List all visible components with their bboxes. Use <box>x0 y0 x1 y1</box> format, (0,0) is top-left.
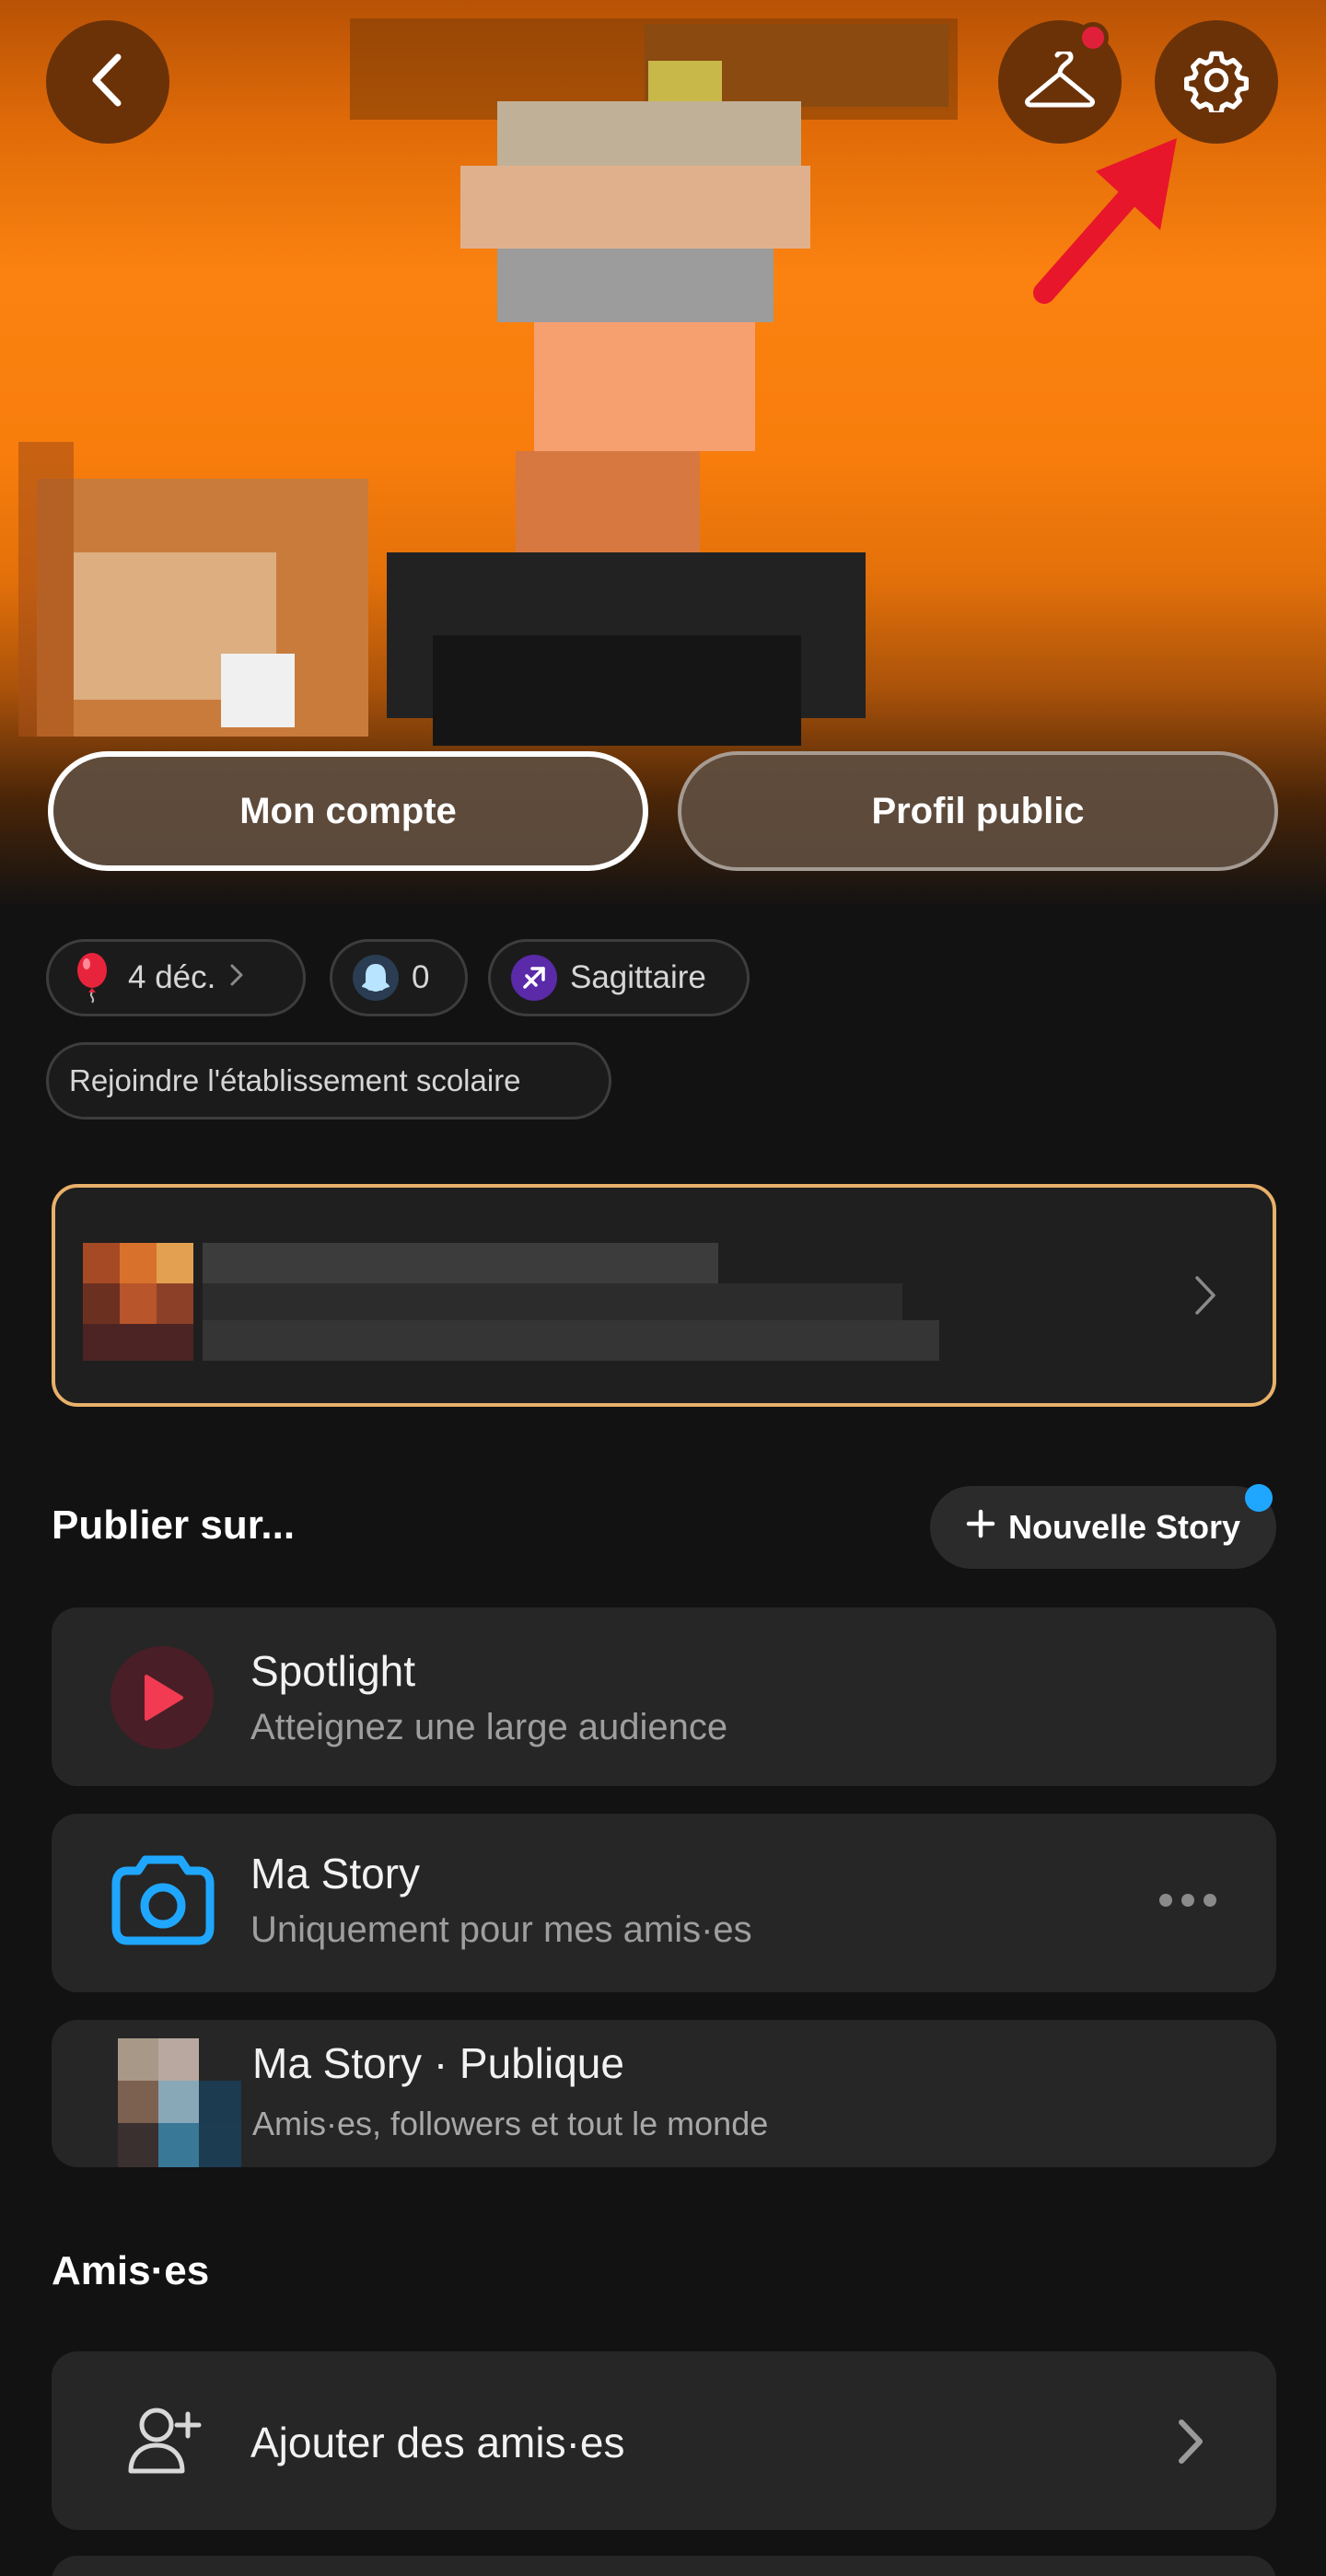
publish-public-story[interactable]: Ma Story · Publique Amis·es, followers e… <box>52 2020 1276 2167</box>
public-story-subtitle: Amis·es, followers et tout le monde <box>252 2105 769 2142</box>
ghost-icon <box>353 955 399 1001</box>
snapscore-value: 0 <box>412 959 430 995</box>
birthday-label: 4 déc. <box>128 959 216 995</box>
red-arrow-icon <box>1022 129 1188 318</box>
hanger-icon <box>1024 49 1096 113</box>
play-icon <box>110 1646 214 1749</box>
chevron-right-icon <box>228 959 245 996</box>
balloon-icon <box>69 953 115 1004</box>
back-button[interactable] <box>46 20 169 144</box>
promo-card[interactable] <box>52 1184 1276 1407</box>
tab-my-account[interactable]: Mon compte <box>48 751 648 871</box>
public-story-title: Ma Story · Publique <box>252 2039 624 2087</box>
spotlight-subtitle: Atteignez une large audience <box>250 1707 728 1747</box>
more-options-icon[interactable] <box>1158 1893 1217 1912</box>
gear-icon <box>1184 48 1249 117</box>
publish-section-title: Publier sur... <box>52 1503 296 1548</box>
my-story-subtitle: Uniquement pour mes amis·es <box>250 1909 752 1950</box>
add-friends-label: Ajouter des amis·es <box>250 2419 625 2466</box>
school-badge[interactable]: Rejoindre l'établissement scolaire <box>46 1042 611 1120</box>
notification-dot <box>1245 1484 1273 1512</box>
add-friend-icon <box>127 2405 203 2481</box>
avatar <box>118 2038 241 2167</box>
zodiac-label: Sagittaire <box>570 959 706 995</box>
settings-button[interactable] <box>1155 20 1278 144</box>
new-story-label: Nouvelle Story <box>1007 1508 1241 1546</box>
tab-public-profile[interactable]: Profil public <box>678 751 1278 871</box>
plus-icon <box>966 1508 995 1547</box>
zodiac-badge[interactable]: Sagittaire <box>488 939 750 1016</box>
friends-section-title: Amis·es <box>52 2248 210 2293</box>
add-friends-row[interactable]: Ajouter des amis·es <box>52 2351 1276 2530</box>
snapscore-badge[interactable]: 0 <box>330 939 468 1016</box>
chevron-left-icon <box>85 52 131 113</box>
publish-spotlight[interactable]: Spotlight Atteignez une large audience <box>52 1607 1276 1786</box>
publish-my-story[interactable]: Ma Story Uniquement pour mes amis·es <box>52 1814 1276 1992</box>
sagittarius-icon <box>511 955 557 1001</box>
outfit-button[interactable] <box>998 20 1122 144</box>
chevron-right-icon <box>1193 1274 1217 1321</box>
camera-icon <box>110 1851 215 1951</box>
spotlight-title: Spotlight <box>250 1647 416 1695</box>
notification-dot <box>1077 22 1109 53</box>
new-story-button[interactable]: Nouvelle Story <box>930 1484 1276 1569</box>
next-friends-row[interactable] <box>52 2556 1276 2576</box>
birthday-badge[interactable]: 4 déc. <box>46 939 306 1016</box>
school-label: Rejoindre l'établissement scolaire <box>69 1063 521 1097</box>
chevron-right-icon <box>1177 2418 1204 2470</box>
my-story-title: Ma Story <box>250 1850 421 1897</box>
profile-cover: Mon compte Profil public <box>0 0 1326 908</box>
